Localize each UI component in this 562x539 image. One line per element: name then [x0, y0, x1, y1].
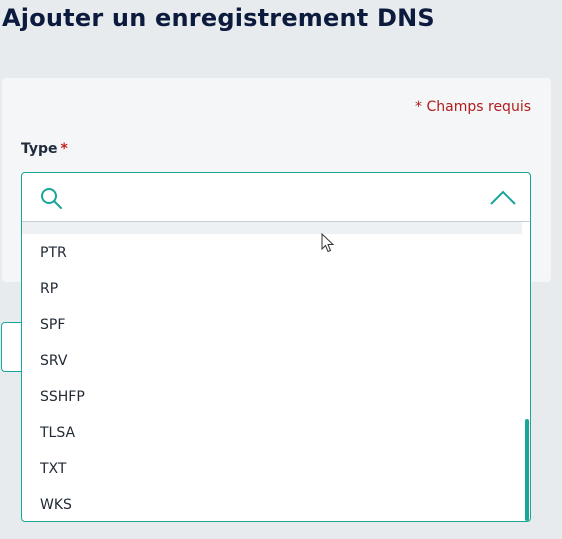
option-ptr[interactable]: PTR	[40, 241, 67, 265]
option-rp[interactable]: RP	[40, 277, 58, 301]
chevron-up-icon[interactable]	[490, 190, 516, 206]
option-wks[interactable]: WKS	[40, 493, 72, 517]
required-marker: *	[60, 141, 68, 157]
option-txt[interactable]: TXT	[40, 457, 66, 481]
type-options-list[interactable]: PTR RP SPF SRV SSHFP TLSA TXT WKS	[22, 222, 530, 521]
type-search-input[interactable]	[74, 183, 478, 213]
list-scroll-region	[22, 222, 522, 234]
type-field-label: Type *	[21, 141, 68, 157]
search-icon	[41, 188, 62, 209]
required-fields-note: * Champs requis	[415, 99, 531, 115]
option-spf[interactable]: SPF	[40, 313, 65, 337]
option-srv[interactable]: SRV	[40, 349, 67, 373]
option-sshfp[interactable]: SSHFP	[40, 385, 85, 409]
type-label-text: Type	[21, 141, 58, 157]
type-select-control[interactable]	[22, 173, 530, 222]
option-tlsa[interactable]: TLSA	[40, 421, 75, 445]
type-select[interactable]: PTR RP SPF SRV SSHFP TLSA TXT WKS	[21, 172, 531, 522]
scrollbar-thumb[interactable]	[525, 419, 529, 521]
mouse-pointer-icon	[321, 233, 335, 253]
page-title: Ajouter un enregistrement DNS	[2, 4, 435, 32]
